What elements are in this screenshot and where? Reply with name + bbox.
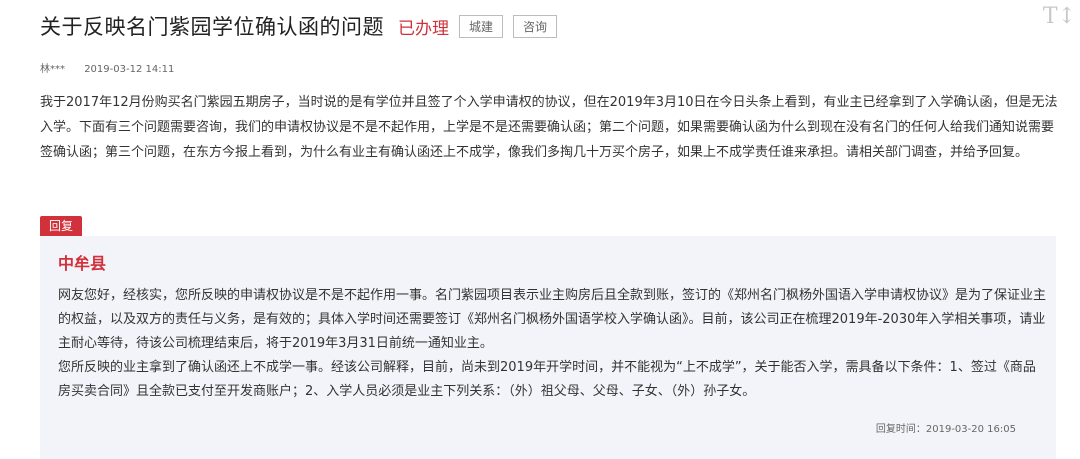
tag-type[interactable]: 咨询 <box>513 14 558 38</box>
font-size-toggle-icon[interactable]: T↕ <box>1043 4 1076 29</box>
tag-category[interactable]: 城建 <box>459 14 504 38</box>
post-meta: 林*** 2019-03-12 14:11 <box>40 60 174 75</box>
question-body: 我于2017年12月份购买名门紫园五期房子，当时说的是有学位并且签了个入学申请权… <box>40 95 1058 160</box>
reply-paragraph: 网友您好，经核实，您所反映的申请权协议是不是不起作用一事。名门紫园项目表示业主购… <box>58 288 1047 351</box>
author-name: 林*** <box>40 64 65 75</box>
reply-box: 中牟县 网友您好，经核实，您所反映的申请权协议是不是不起作用一事。名门紫园项目表… <box>40 236 1056 459</box>
status-label: 已办理 <box>398 18 449 39</box>
page-header: 关于反映名门紫园学位确认函的问题 已办理 城建 咨询 <box>40 8 1060 44</box>
reply-paragraph: 您所反映的业主拿到了确认函还上不成学一事。经该公司解释，目前，尚未到2019年开… <box>58 360 1036 399</box>
reply-department: 中牟县 <box>58 254 107 273</box>
reply-time: 回复时间：2019-03-20 16:05 <box>875 424 1016 435</box>
reply-text: 网友您好，经核实，您所反映的申请权协议是不是不起作用一事。名门紫园项目表示业主购… <box>58 284 1048 404</box>
reply-badge: 回复 <box>40 216 83 236</box>
post-date: 2019-03-12 14:11 <box>84 64 175 75</box>
page-title: 关于反映名门紫园学位确认函的问题 <box>40 15 384 39</box>
